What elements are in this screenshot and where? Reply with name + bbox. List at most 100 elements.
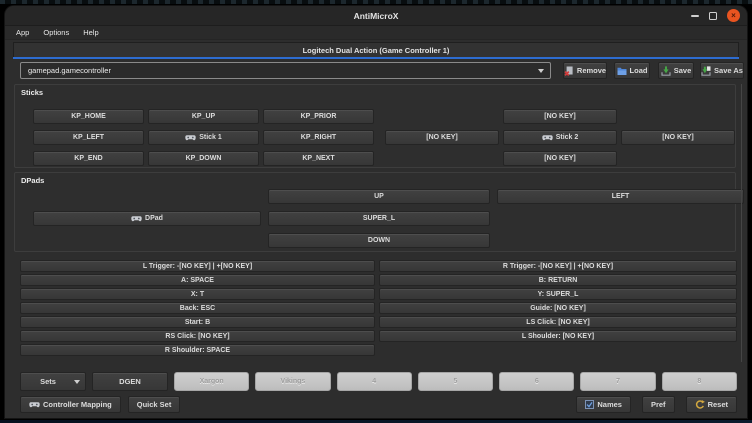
sticks-grids: KP_HOME KP_UP KP_PRIOR KP_LEFT Stick 1 K… (33, 109, 735, 166)
menu-options[interactable]: Options (36, 27, 76, 38)
main-body: Logitech Dual Action (Game Controller 1)… (5, 40, 747, 417)
profile-combobox[interactable]: gamepad.gamecontroller (20, 62, 551, 79)
a-button[interactable]: A: SPACE (20, 274, 375, 286)
set-3-button[interactable]: Vikings (255, 372, 330, 391)
dpad-down-button[interactable]: DOWN (268, 233, 490, 248)
footer-row: Controller Mapping Quick Set Names Pref … (20, 396, 737, 413)
reset-button[interactable]: Reset (686, 396, 737, 413)
l-shoulder-button[interactable]: L Shoulder: [NO KEY] (379, 330, 737, 342)
chevron-down-icon (74, 380, 80, 384)
names-toggle-button[interactable]: Names (576, 396, 631, 413)
remove-icon (564, 66, 574, 76)
sticks-group-title: Sticks (21, 88, 43, 97)
footer-right-buttons: Names Pref Reset (576, 396, 737, 413)
names-label: Names (597, 400, 622, 409)
stick1-up-right-button[interactable]: KP_PRIOR (263, 109, 374, 124)
save-as-label: Save As (714, 66, 743, 75)
stick1-grid: KP_HOME KP_UP KP_PRIOR KP_LEFT Stick 1 K… (33, 109, 374, 166)
tab-controller[interactable]: Logitech Dual Action (Game Controller 1) (13, 42, 739, 57)
stick2-down-button[interactable]: [NO KEY] (503, 151, 617, 166)
menu-help[interactable]: Help (76, 27, 105, 38)
gamepad-icon (542, 134, 553, 142)
reset-label: Reset (708, 400, 728, 409)
dpad-label: DPad (145, 215, 163, 222)
set-4-button[interactable]: 4 (337, 372, 412, 391)
dpad-up-button[interactable]: UP (268, 189, 490, 204)
window-title: AntiMicroX (354, 11, 399, 21)
stick1-down-left-button[interactable]: KP_END (33, 151, 144, 166)
sets-dropdown-button[interactable]: Sets (20, 372, 86, 391)
minimize-icon[interactable] (691, 15, 699, 17)
desktop-background: AntiMicroX × App Options Help Logitech D… (0, 0, 752, 423)
app-window: AntiMicroX × App Options Help Logitech D… (5, 6, 747, 418)
stick2-center-button[interactable]: Stick 2 (503, 130, 617, 145)
ls-click-button[interactable]: LS Click: [NO KEY] (379, 316, 737, 328)
remove-label: Remove (577, 66, 606, 75)
y-button[interactable]: Y: SUPER_L (379, 288, 737, 300)
menubar: App Options Help (5, 26, 747, 40)
stick1-up-left-button[interactable]: KP_HOME (33, 109, 144, 124)
folder-open-icon (617, 66, 627, 76)
save-as-profile-button[interactable]: Save As (700, 62, 744, 79)
controller-tabbar: Logitech Dual Action (Game Controller 1) (13, 42, 739, 59)
sticks-group: Sticks KP_HOME KP_UP KP_PRIOR KP_LEFT St… (14, 84, 736, 168)
stick2-up-button[interactable]: [NO KEY] (503, 109, 617, 124)
set-1-button-current[interactable]: DGEN (92, 372, 168, 391)
guide-button[interactable]: Guide: [NO KEY] (379, 302, 737, 314)
l-trigger-button[interactable]: L Trigger: -[NO KEY] | +[NO KEY] (20, 260, 375, 272)
button-assignment-list: L Trigger: -[NO KEY] | +[NO KEY] R Trigg… (20, 260, 737, 356)
b-button[interactable]: B: RETURN (379, 274, 737, 286)
stick1-down-button[interactable]: KP_DOWN (148, 151, 259, 166)
window-controls: × (691, 6, 740, 25)
close-icon[interactable]: × (727, 9, 740, 22)
titlebar[interactable]: AntiMicroX × (5, 6, 747, 26)
gamepad-icon (185, 134, 196, 142)
r-trigger-button[interactable]: R Trigger: -[NO KEY] | +[NO KEY] (379, 260, 737, 272)
stick1-label: Stick 1 (199, 134, 222, 141)
quick-set-button[interactable]: Quick Set (128, 396, 181, 413)
dpad-grid: UP LEFT DPad SUPER_L DOWN (33, 189, 744, 248)
controller-mapping-label: Controller Mapping (43, 400, 112, 409)
controller-mapping-button[interactable]: Controller Mapping (20, 396, 121, 413)
dpad-left-button[interactable]: LEFT (497, 189, 744, 204)
gamepad-icon (131, 215, 142, 223)
menu-app[interactable]: App (9, 27, 36, 38)
tab-active-underline (13, 57, 739, 59)
scroll-frame-border (741, 84, 742, 362)
stick1-down-right-button[interactable]: KP_NEXT (263, 151, 374, 166)
start-button[interactable]: Start: B (20, 316, 375, 328)
save-profile-button[interactable]: Save (658, 62, 694, 79)
stick1-left-button[interactable]: KP_LEFT (33, 130, 144, 145)
pref-button[interactable]: Pref (642, 396, 675, 413)
stick2-left-button[interactable]: [NO KEY] (385, 130, 499, 145)
save-label: Save (674, 66, 692, 75)
dpad-center-button[interactable]: DPad (33, 211, 261, 226)
stick2-right-button[interactable]: [NO KEY] (621, 130, 735, 145)
stick2-grid: [NO KEY] [NO KEY] Stick 2 [NO KEY] [NO K… (385, 109, 735, 166)
stick1-up-button[interactable]: KP_UP (148, 109, 259, 124)
checkbox-icon (585, 400, 594, 409)
set-2-button[interactable]: Xargon (174, 372, 249, 391)
stick2-label: Stick 2 (556, 134, 579, 141)
r-shoulder-button[interactable]: R Shoulder: SPACE (20, 344, 375, 356)
set-8-button[interactable]: 8 (662, 372, 737, 391)
rs-click-button[interactable]: RS Click: [NO KEY] (20, 330, 375, 342)
back-button[interactable]: Back: ESC (20, 302, 375, 314)
set-7-button[interactable]: 7 (580, 372, 655, 391)
stick1-center-button[interactable]: Stick 1 (148, 130, 259, 145)
dpads-group: DPads UP LEFT DPad SUPER_L DOWN (14, 172, 736, 252)
x-button[interactable]: X: T (20, 288, 375, 300)
set-6-button[interactable]: 6 (499, 372, 574, 391)
save-icon (661, 66, 671, 76)
gamepad-icon (29, 401, 40, 409)
remove-profile-button[interactable]: Remove (563, 62, 607, 79)
set-5-button[interactable]: 5 (418, 372, 493, 391)
dpads-group-title: DPads (21, 176, 44, 185)
profile-name: gamepad.gamecontroller (28, 66, 111, 75)
sets-row: Sets DGEN Xargon Vikings 4 5 6 7 8 (20, 372, 737, 391)
stick1-right-button[interactable]: KP_RIGHT (263, 130, 374, 145)
dpad-right-button[interactable]: SUPER_L (268, 211, 490, 226)
load-profile-button[interactable]: Load (614, 62, 650, 79)
chevron-down-icon (538, 69, 544, 73)
maximize-icon[interactable] (709, 12, 717, 20)
